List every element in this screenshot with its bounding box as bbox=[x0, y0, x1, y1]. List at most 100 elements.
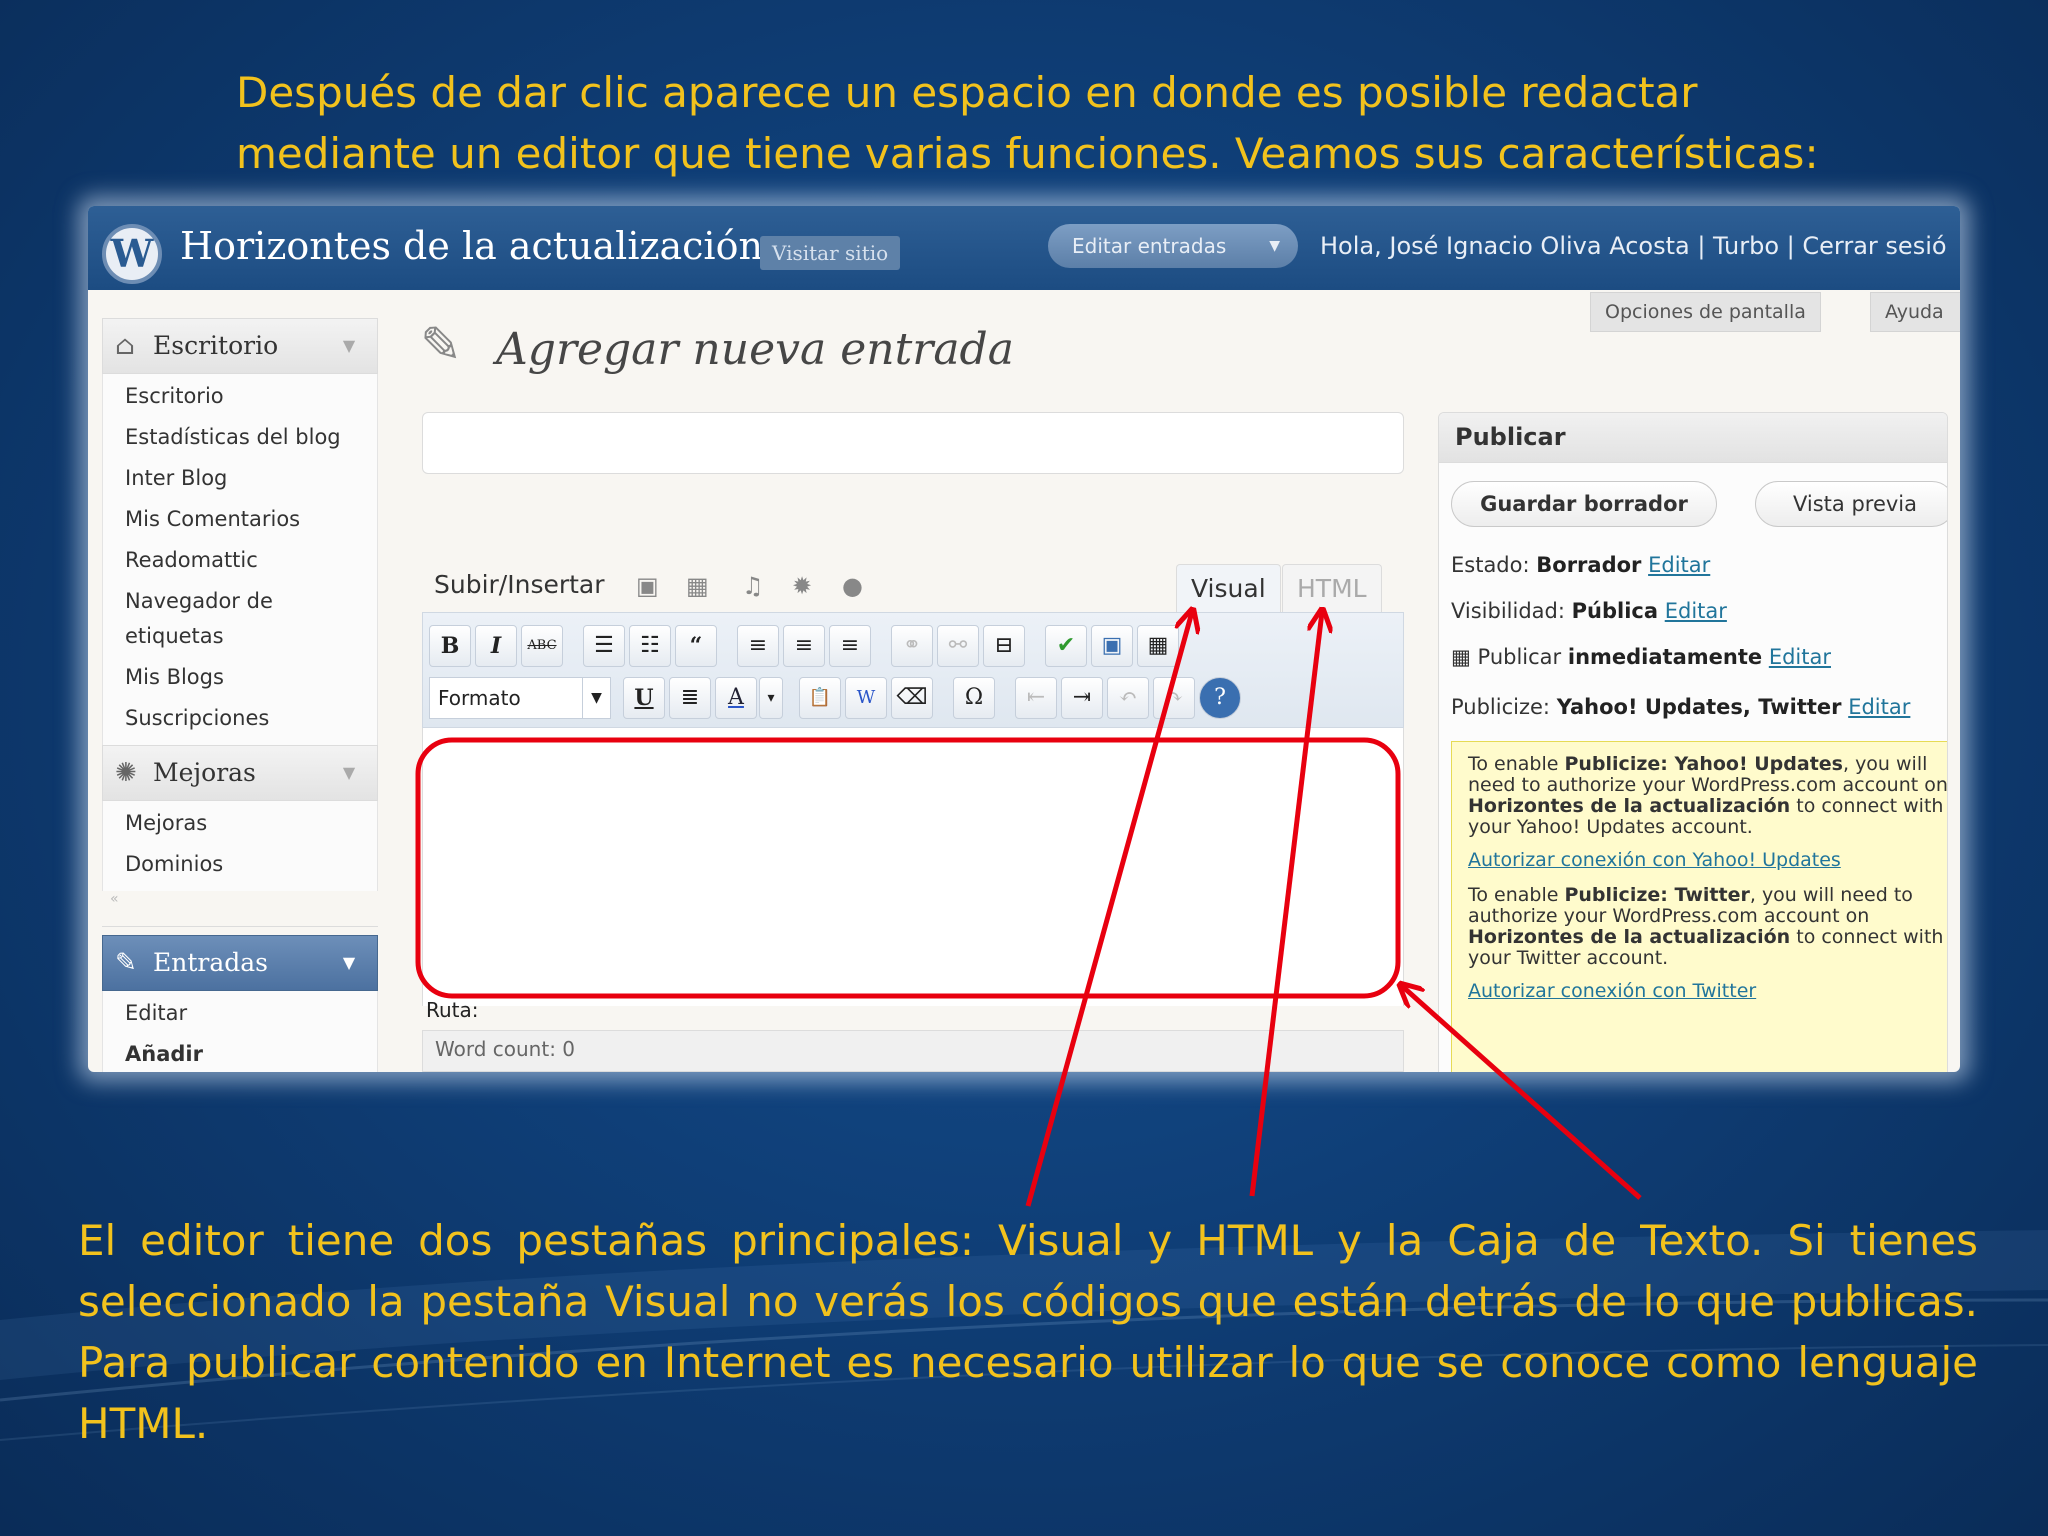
word-count-bar: Word count: 0 bbox=[422, 1030, 1404, 1072]
yahoo-notice-text: To enable Publicize: Yahoo! Updates, you… bbox=[1468, 753, 1948, 838]
upgrades-submenu: Mejoras Dominios bbox=[102, 801, 378, 891]
align-right-button[interactable]: ≡ bbox=[829, 625, 871, 667]
sidebar-item-domains[interactable]: Dominios bbox=[103, 844, 377, 885]
italic-button[interactable]: I bbox=[475, 625, 517, 667]
chevron-down-icon[interactable]: ▼ bbox=[331, 936, 367, 990]
page-title: Agregar nueva entrada bbox=[496, 324, 1014, 375]
edit-schedule-link[interactable]: Editar bbox=[1769, 645, 1831, 669]
publicize-value: Yahoo! Updates, Twitter bbox=[1556, 695, 1842, 719]
strikethrough-button[interactable]: ABC bbox=[521, 625, 563, 667]
outdent-button[interactable]: ⇤ bbox=[1015, 677, 1057, 719]
intro-line-2: mediante un editor que tiene varias func… bbox=[236, 129, 1819, 178]
menu-collapse-separator[interactable]: « bbox=[102, 891, 378, 927]
screen-options-tab[interactable]: Opciones de pantalla bbox=[1590, 292, 1821, 332]
add-poll-icon[interactable]: ● bbox=[842, 572, 863, 600]
post-content-textarea[interactable] bbox=[422, 728, 1404, 1006]
word-count: Word count: 0 bbox=[435, 1037, 576, 1061]
publish-heading[interactable]: Publicar bbox=[1439, 413, 1947, 463]
text-color-button[interactable]: A bbox=[715, 677, 757, 719]
caption-text: El editor tiene dos pestañas principales… bbox=[78, 1216, 1978, 1448]
insert-link-button[interactable]: ⚭ bbox=[891, 625, 933, 667]
edit-posts-dropdown[interactable]: Editar entradas ▼ bbox=[1048, 224, 1298, 268]
pushpin-icon: ✎ bbox=[115, 948, 137, 978]
sidebar-item-subscriptions[interactable]: Suscripciones bbox=[103, 698, 377, 739]
help-tab[interactable]: Ayuda bbox=[1870, 292, 1960, 332]
add-image-icon[interactable]: ▣ bbox=[636, 572, 659, 600]
unlink-button[interactable]: ⚯ bbox=[937, 625, 979, 667]
intro-line-1: Después de dar clic aparece un espacio e… bbox=[236, 68, 1698, 117]
upload-insert-label: Subir/Insertar bbox=[434, 570, 605, 599]
undo-button[interactable]: ↶ bbox=[1107, 677, 1149, 719]
add-audio-icon[interactable]: ♫ bbox=[742, 572, 764, 600]
admin-bar: W Horizontes de la actualización Visitar… bbox=[88, 206, 1960, 290]
remove-format-button[interactable]: ⌫ bbox=[891, 677, 933, 719]
sidebar-item-add-new[interactable]: Añadir bbox=[103, 1034, 377, 1072]
fullscreen-button[interactable]: ▣ bbox=[1091, 625, 1133, 667]
edit-visibility-link[interactable]: Editar bbox=[1665, 599, 1727, 623]
post-title-input[interactable] bbox=[422, 412, 1404, 474]
wordpress-screenshot: W Horizontes de la actualización Visitar… bbox=[88, 206, 1960, 1072]
help-icon[interactable]: ? bbox=[1199, 677, 1241, 719]
chevron-down-icon[interactable]: ▼ bbox=[331, 746, 367, 800]
user-greeting[interactable]: Hola, José Ignacio Oliva Acosta | Turbo … bbox=[1320, 232, 1947, 260]
menu-upgrades-label: Mejoras bbox=[153, 758, 256, 787]
publish-box: Publicar Guardar borrador Vista previa E… bbox=[1438, 412, 1948, 1072]
sidebar-item-inter-blog[interactable]: Inter Blog bbox=[103, 458, 377, 499]
sidebar-item-comments[interactable]: Mis Comentarios bbox=[103, 499, 377, 540]
publish-value: inmediatamente bbox=[1567, 645, 1763, 669]
authorize-yahoo-link[interactable]: Autorizar conexión con Yahoo! Updates bbox=[1468, 850, 1947, 871]
menu-upgrades[interactable]: ✺ Mejoras ▼ bbox=[102, 745, 378, 801]
numbered-list-button[interactable]: ☷ bbox=[629, 625, 671, 667]
paste-text-button[interactable]: 📋 bbox=[799, 677, 841, 719]
tab-visual[interactable]: Visual bbox=[1176, 564, 1281, 614]
visibility-label: Visibilidad: bbox=[1451, 599, 1565, 623]
edit-publicize-link[interactable]: Editar bbox=[1848, 695, 1910, 719]
home-icon: ⌂ bbox=[115, 331, 135, 361]
format-select-value: Formato bbox=[438, 686, 521, 710]
paste-word-button[interactable]: W bbox=[845, 677, 887, 719]
kitchen-sink-button[interactable]: ▦ bbox=[1137, 625, 1179, 667]
format-select[interactable]: Formato ▼ bbox=[429, 677, 611, 719]
sidebar-item-my-blogs[interactable]: Mis Blogs bbox=[103, 657, 377, 698]
preview-button[interactable]: Vista previa bbox=[1755, 481, 1947, 527]
menu-posts[interactable]: ✎ Entradas ▼ bbox=[102, 935, 378, 991]
sidebar-item-escritorio[interactable]: Escritorio bbox=[103, 376, 377, 417]
blockquote-button[interactable]: “ bbox=[675, 625, 717, 667]
site-title[interactable]: Horizontes de la actualización bbox=[180, 224, 763, 268]
text-color-dropdown[interactable]: ▾ bbox=[759, 677, 783, 719]
justify-button[interactable]: ≣ bbox=[669, 677, 711, 719]
sidebar-item-tag-browser[interactable]: Navegador de etiquetas bbox=[103, 581, 377, 657]
visibility-value: Pública bbox=[1571, 599, 1659, 623]
dashboard-submenu: Escritorio Estadísticas del blog Inter B… bbox=[102, 374, 378, 745]
intro-text: Después de dar clic aparece un espacio e… bbox=[236, 62, 1936, 184]
spellcheck-button[interactable]: ✔ bbox=[1045, 625, 1087, 667]
menu-dashboard[interactable]: ⌂ Escritorio ▼ bbox=[102, 318, 378, 374]
add-media-icon[interactable]: ✹ bbox=[792, 572, 812, 600]
visit-site-button[interactable]: Visitar sitio bbox=[760, 236, 901, 270]
calendar-icon: ▦ bbox=[1451, 645, 1471, 669]
authorize-twitter-link[interactable]: Autorizar conexión con Twitter bbox=[1468, 981, 1947, 1002]
bullet-list-button[interactable]: ☰ bbox=[583, 625, 625, 667]
redo-button[interactable]: ↷ bbox=[1153, 677, 1195, 719]
publicize-notice: To enable Publicize: Yahoo! Updates, you… bbox=[1451, 741, 1948, 1072]
special-char-button[interactable]: Ω bbox=[953, 677, 995, 719]
bold-button[interactable]: B bbox=[429, 625, 471, 667]
add-video-icon[interactable]: ▦ bbox=[686, 572, 709, 600]
wordpress-logo-icon[interactable]: W bbox=[102, 224, 162, 284]
chevron-down-icon: ▼ bbox=[582, 678, 610, 718]
schedule-row: ▦ Publicar inmediatamente Editar bbox=[1451, 645, 1831, 669]
sidebar-item-edit[interactable]: Editar bbox=[103, 993, 377, 1034]
indent-button[interactable]: ⇥ bbox=[1061, 677, 1103, 719]
underline-button[interactable]: U bbox=[623, 677, 665, 719]
edit-status-link[interactable]: Editar bbox=[1648, 553, 1710, 577]
sidebar-item-upgrades[interactable]: Mejoras bbox=[103, 803, 377, 844]
chevron-down-icon[interactable]: ▼ bbox=[331, 319, 367, 373]
align-left-button[interactable]: ≡ bbox=[737, 625, 779, 667]
save-draft-button[interactable]: Guardar borrador bbox=[1451, 481, 1717, 527]
insert-more-button[interactable]: ⊟ bbox=[983, 625, 1025, 667]
sidebar-item-stats[interactable]: Estadísticas del blog bbox=[103, 417, 377, 458]
editor-path-label: Ruta: bbox=[426, 998, 479, 1022]
sidebar-item-readomattic[interactable]: Readomattic bbox=[103, 540, 377, 581]
align-center-button[interactable]: ≡ bbox=[783, 625, 825, 667]
tab-html[interactable]: HTML bbox=[1282, 564, 1382, 614]
